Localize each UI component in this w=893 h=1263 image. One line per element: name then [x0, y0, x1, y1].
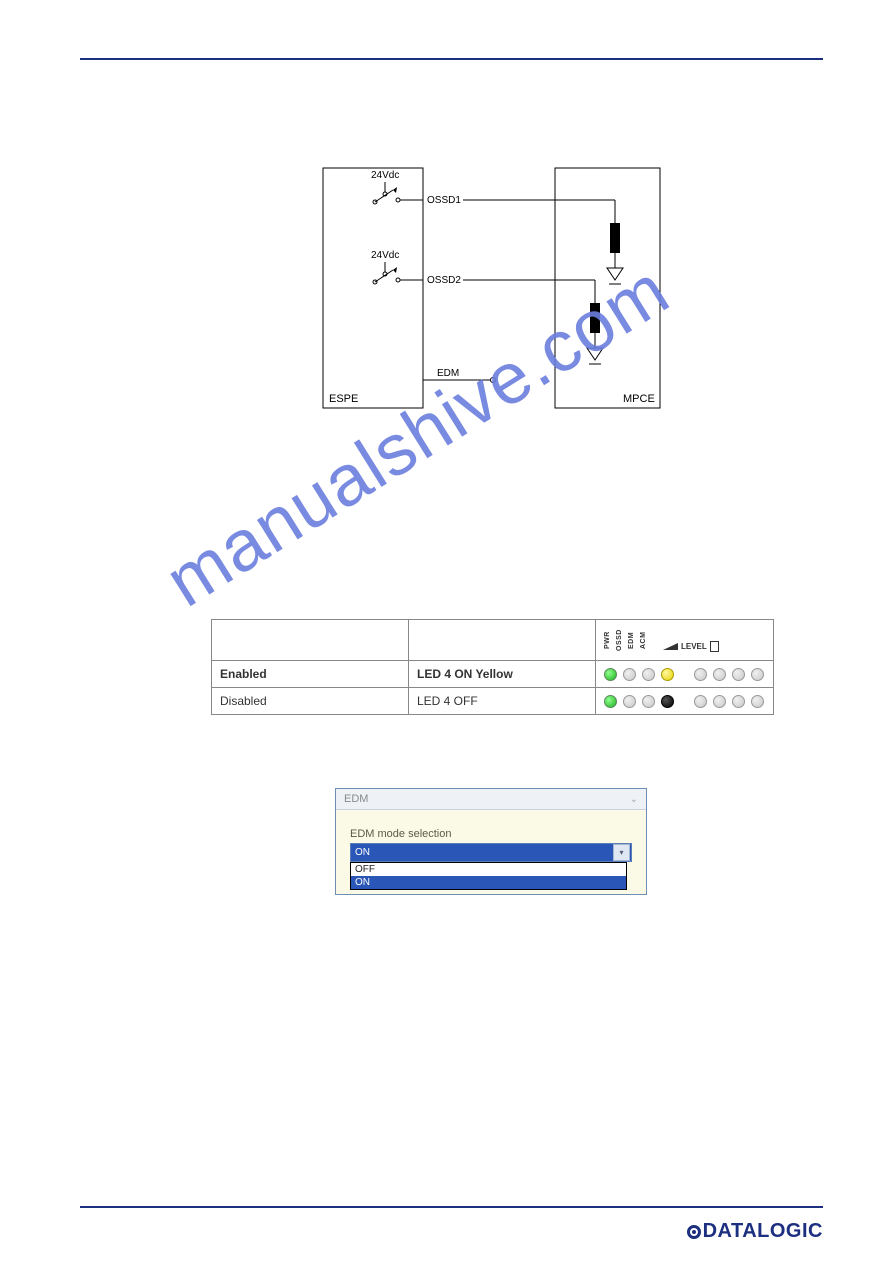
- rect-icon: [710, 641, 719, 652]
- dialog-field-label: EDM mode selection: [350, 828, 638, 840]
- row-state: LED 4 ON Yellow: [409, 661, 596, 688]
- select-option[interactable]: OFF: [351, 863, 626, 876]
- led-indicator: [642, 668, 655, 681]
- hdr-ossd: OSSD: [616, 628, 623, 652]
- table-header-leds: PWR OSSD EDM ACM LEVEL: [596, 620, 774, 661]
- ossd1-label: OSSD1: [427, 195, 461, 206]
- led-indicator: [694, 695, 707, 708]
- edm-mode-select[interactable]: ON ▾: [350, 843, 632, 862]
- led-indicator: [732, 668, 745, 681]
- edm-dialog: EDM ⌄ EDM mode selection ON ▾ OFF ON: [335, 788, 647, 895]
- dialog-title: EDM: [344, 793, 368, 805]
- hdr-level: LEVEL: [663, 641, 719, 652]
- led-indicator: [661, 668, 674, 681]
- led-indicator: [604, 695, 617, 708]
- led-indicator: [604, 668, 617, 681]
- hdr-acm: ACM: [640, 628, 647, 652]
- ossd2-label: OSSD2: [427, 275, 461, 286]
- chevron-down-icon: ⌄: [630, 794, 638, 805]
- led-indicator: [694, 668, 707, 681]
- brand-logo: DATALOGIC: [687, 1220, 823, 1243]
- top-rule: [80, 58, 823, 60]
- circuit-diagram: ESPE MPCE 24Vdc OSSD1 24Vdc: [315, 160, 665, 415]
- select-options-list: OFF ON: [350, 862, 627, 890]
- led-indicator: [713, 695, 726, 708]
- row-name: Disabled: [212, 688, 409, 715]
- table-row: Disabled LED 4 OFF: [212, 688, 774, 715]
- led-indicator: [732, 695, 745, 708]
- hdr-pwr: PWR: [604, 628, 611, 652]
- select-value: ON: [355, 847, 370, 858]
- triangle-icon: [663, 643, 678, 650]
- table-header-empty: [212, 620, 409, 661]
- dropdown-arrow-icon[interactable]: ▾: [613, 844, 630, 861]
- select-option[interactable]: ON: [351, 876, 626, 889]
- led-status-table: PWR OSSD EDM ACM LEVEL Enabled LED 4 ON …: [211, 619, 774, 715]
- logo-icon: [687, 1225, 701, 1239]
- edm-label: EDM: [437, 368, 459, 379]
- mpce-label: MPCE: [623, 393, 655, 405]
- hdr-edm: EDM: [628, 628, 635, 652]
- table-header-empty: [409, 620, 596, 661]
- bottom-rule: [80, 1206, 823, 1208]
- led-indicator: [623, 695, 636, 708]
- row-name: Enabled: [212, 661, 409, 688]
- row-leds: [596, 661, 774, 688]
- led-indicator: [642, 695, 655, 708]
- led-indicator: [623, 668, 636, 681]
- led-indicator: [751, 668, 764, 681]
- supply1-label: 24Vdc: [371, 170, 399, 181]
- espe-label: ESPE: [329, 393, 358, 405]
- row-state: LED 4 OFF: [409, 688, 596, 715]
- brand-text: DATALOGIC: [703, 1220, 823, 1243]
- dialog-header[interactable]: EDM ⌄: [336, 789, 646, 810]
- led-indicator: [713, 668, 726, 681]
- supply2-label: 24Vdc: [371, 250, 399, 261]
- table-row: Enabled LED 4 ON Yellow: [212, 661, 774, 688]
- row-leds: [596, 688, 774, 715]
- led-indicator: [751, 695, 764, 708]
- led-indicator: [661, 695, 674, 708]
- page: ESPE MPCE 24Vdc OSSD1 24Vdc: [0, 0, 893, 1263]
